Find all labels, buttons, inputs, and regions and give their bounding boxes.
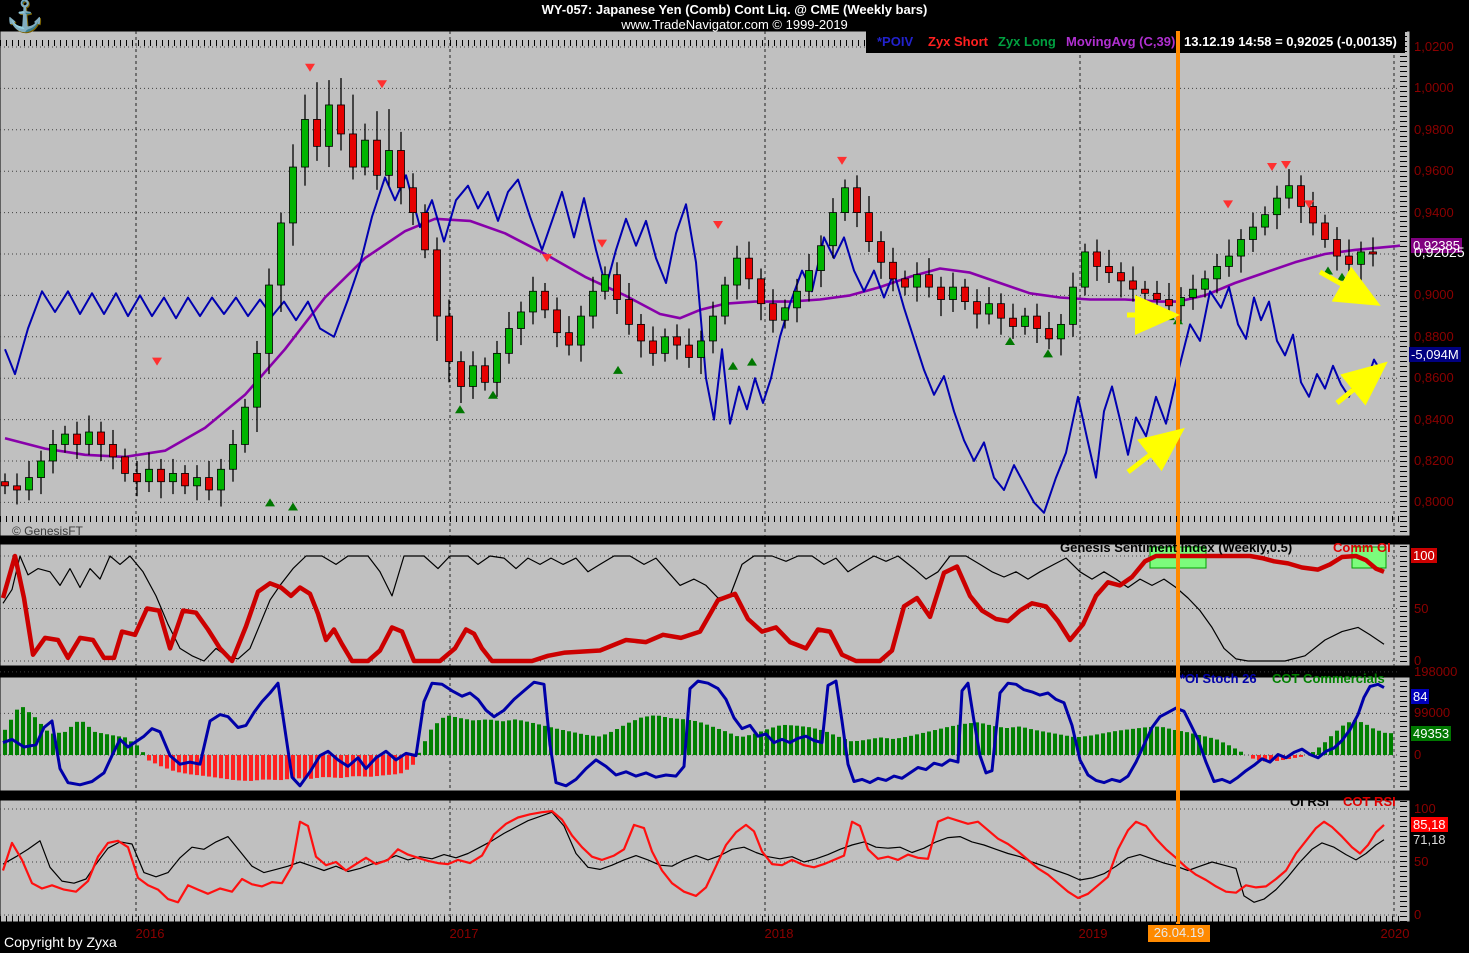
rsi-axis-label: 0 (1414, 907, 1422, 922)
last-price-label: 0,92025 (1414, 244, 1465, 261)
selected-date-cursor-top[interactable] (1176, 31, 1180, 53)
price-axis-label: 0,8200 (1414, 453, 1454, 468)
page-title: WY-057: Japanese Yen (Comb) Cont Liq. @ … (541, 2, 928, 17)
oi-rsi-title[interactable]: OI RSI (1290, 794, 1329, 809)
poiv-value-badge: -5,094M (1409, 347, 1461, 362)
chart-canvas[interactable] (0, 0, 1469, 953)
legend-moving-avg[interactable]: MovingAvg (C,39) (1066, 34, 1175, 49)
price-axis-label: 0,8600 (1414, 370, 1454, 386)
x-axis-tick-strip (0, 916, 1400, 922)
selected-date-badge[interactable]: 26.04.19 (1148, 925, 1210, 942)
rsi-axis-label: 50 (1414, 854, 1429, 869)
price-axis-tick-strip (1400, 31, 1407, 922)
price-axis-label: 1,0000 (1414, 80, 1454, 96)
year-label: 2018 (764, 926, 794, 941)
rsi-axis-label: 100 (1414, 801, 1436, 816)
price-axis-label: 0,9800 (1414, 121, 1454, 137)
sentiment-axis-label: 50 (1414, 600, 1429, 616)
oi-stoch-axis-label: 198000 (1414, 663, 1458, 679)
price-axis-label: 0,9600 (1414, 163, 1454, 179)
year-label: 2016 (135, 926, 165, 941)
price-axis-label: 0,9000 (1414, 287, 1454, 303)
oi-stoch-badge: 49353 (1411, 726, 1452, 742)
legend-zyx-long[interactable]: Zyx Long (998, 34, 1056, 49)
genesis-anchor-logo-icon: ⚓ (6, 0, 44, 33)
cot-rsi-title[interactable]: COT RSI (1343, 794, 1396, 809)
price-axis-label: 0,9400 (1414, 204, 1454, 220)
legend-zyx-short[interactable]: Zyx Short (928, 34, 988, 49)
price-axis-label: 0,8800 (1414, 328, 1454, 344)
price-axis-label: 0,8000 (1414, 494, 1454, 510)
year-label: 2017 (449, 926, 479, 941)
rsi-value-badge: 71,18 (1413, 831, 1446, 847)
price-axis-label: 0,8400 (1414, 411, 1454, 427)
genesisft-watermark: © GenesisFT (12, 524, 83, 538)
price-axis-label: 1,0200 (1414, 39, 1454, 54)
oi-stoch-axis-label: 0 (1414, 747, 1422, 762)
cot-commercials-title[interactable]: COT Commercials (1272, 671, 1385, 686)
legend-poiv[interactable]: *POIV (877, 34, 913, 49)
sentiment-axis-badge: 100 (1411, 548, 1437, 563)
main-bottom-tick-strip (0, 516, 1400, 522)
copyright: Copyright by Zyxa (4, 934, 117, 950)
trade-navigator-window: { "header": { "title": "WY-057: Japanese… (0, 0, 1469, 953)
year-label: 2019 (1078, 926, 1108, 941)
oi-stoch-badge: 84 (1411, 689, 1430, 705)
page-subtitle: www.TradeNavigator.com © 1999-2019 (621, 17, 848, 32)
oi-stoch-axis-label: 99000 (1414, 705, 1451, 721)
legend-quote: 13.12.19 14:58 = 0,92025 (-0,00135) (1184, 34, 1397, 49)
rsi-value-badge: 85,18 (1411, 816, 1448, 832)
comm-oi-title[interactable]: Comm OI (1333, 540, 1391, 555)
sentiment-panel-title[interactable]: Genesis Sentiment Index (Weekly,0.5) (1060, 540, 1292, 555)
year-label: 2020 (1380, 926, 1410, 941)
oi-stoch-title[interactable]: *OI Stoch 26 (1180, 671, 1257, 686)
